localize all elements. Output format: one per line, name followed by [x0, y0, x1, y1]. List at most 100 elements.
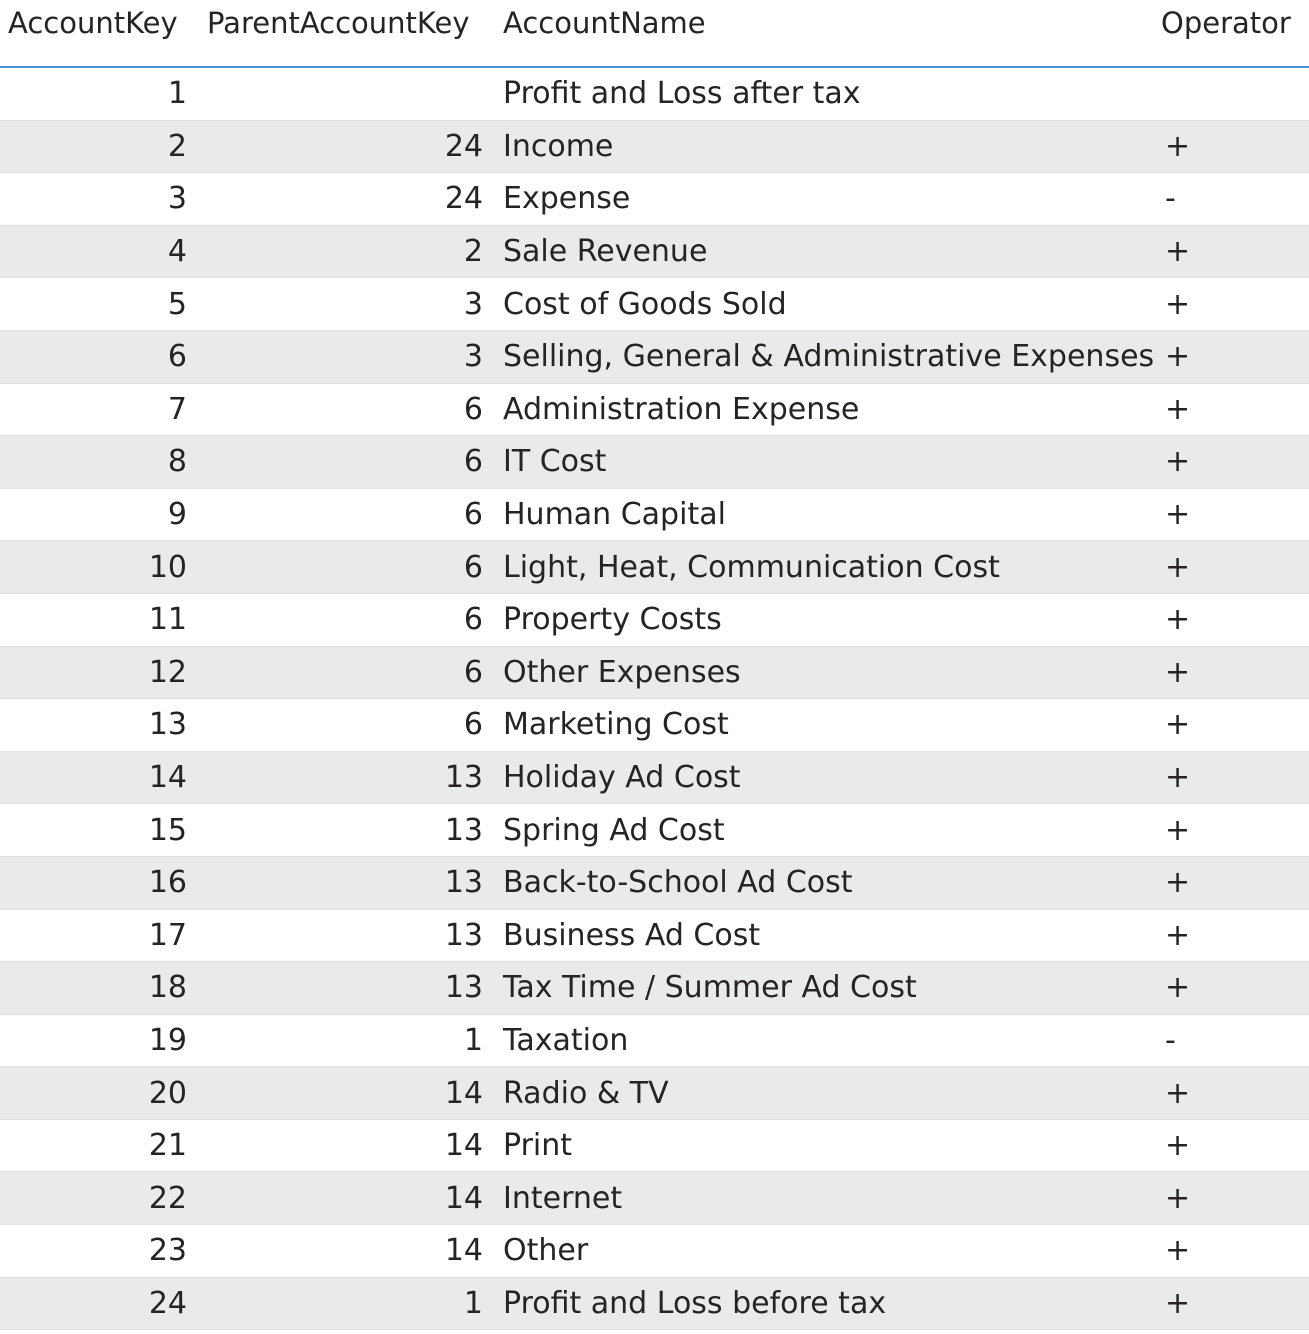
cell-account-key: 7: [167, 391, 187, 427]
cell-account-key: 9: [167, 497, 187, 533]
cell-operator: [1151, 68, 1309, 120]
cell-parent-account-key: 24: [444, 128, 483, 164]
cell-operator: +: [1165, 707, 1191, 743]
cell-account-name: Spring Ad Cost: [503, 812, 725, 848]
cell-parent-account-key: 13: [444, 865, 483, 901]
table-row[interactable]: 10 6 Light, Heat, Communication Cost +: [0, 541, 1309, 594]
table-row[interactable]: 16 13 Back-to-School Ad Cost +: [0, 856, 1309, 910]
cell-account-key: 6: [167, 339, 187, 375]
cell-parent-account-key: 13: [444, 970, 483, 1006]
cell-parent-account-key: 2: [463, 234, 483, 270]
cell-operator: +: [1165, 128, 1191, 164]
cell-operator: +: [1165, 1285, 1191, 1321]
table-row[interactable]: 22 14 Internet +: [0, 1172, 1309, 1226]
cell-parent-account-key: 1: [463, 1285, 483, 1321]
cell-operator: +: [1165, 812, 1191, 848]
table-row[interactable]: 19 1 Taxation -: [0, 1014, 1309, 1068]
cell-parent-account-key: 14: [444, 1128, 483, 1164]
cell-account-key: 20: [148, 1075, 187, 1111]
cell-account-name: Income: [503, 128, 614, 164]
cell-account-key: 16: [148, 865, 187, 901]
cell-parent-account-key: 3: [463, 286, 483, 322]
cell-operator: +: [1165, 1075, 1191, 1111]
cell-account-name: Back-to-School Ad Cost: [503, 865, 853, 901]
cell-account-key: 18: [148, 970, 187, 1006]
cell-account-name: Cost of Goods Sold: [503, 286, 787, 322]
table-row[interactable]: 2 24 Income +: [0, 120, 1309, 174]
table-row[interactable]: 11 6 Property Costs +: [0, 593, 1309, 647]
table-row[interactable]: 5 3 Cost of Goods Sold +: [0, 278, 1309, 331]
table-row[interactable]: 23 14 Other +: [0, 1225, 1309, 1278]
cell-parent-account-key: 3: [463, 339, 483, 375]
cell-parent-account-key: 14: [444, 1180, 483, 1216]
cell-parent-account-key: 13: [444, 812, 483, 848]
cell-parent-account-key: 6: [463, 707, 483, 743]
cell-account-key: 12: [148, 654, 187, 690]
cell-account-name: Selling, General & Administrative Expens…: [503, 339, 1155, 375]
cell-parent-account-key: 13: [444, 917, 483, 953]
cell-account-key: 24: [148, 1285, 187, 1321]
cell-account-name: Administration Expense: [503, 391, 860, 427]
table-row[interactable]: 8 6 IT Cost +: [0, 436, 1309, 489]
table-row[interactable]: 24 1 Profit and Loss before tax +: [0, 1277, 1309, 1331]
table-row[interactable]: 21 14 Print +: [0, 1119, 1309, 1173]
cell-account-key: 23: [148, 1233, 187, 1269]
column-header-operator[interactable]: Operator: [1151, 0, 1309, 46]
cell-operator: +: [1165, 444, 1191, 480]
cell-parent-account-key: 1: [463, 1022, 483, 1058]
table-row[interactable]: 12 6 Other Expenses +: [0, 646, 1309, 700]
table-row[interactable]: 13 6 Marketing Cost +: [0, 699, 1309, 752]
table-row[interactable]: 17 13 Business Ad Cost +: [0, 909, 1309, 963]
cell-operator: +: [1165, 1180, 1191, 1216]
cell-account-key: 4: [167, 234, 187, 270]
cell-parent-account-key: 6: [463, 497, 483, 533]
cell-account-name: Property Costs: [503, 602, 722, 638]
cell-account-key: 19: [148, 1022, 187, 1058]
cell-account-key: 11: [148, 602, 187, 638]
table-row[interactable]: 14 13 Holiday Ad Cost +: [0, 751, 1309, 805]
table-row[interactable]: 3 24 Expense -: [0, 173, 1309, 226]
cell-parent-account-key: 6: [463, 602, 483, 638]
cell-account-name: Sale Revenue: [503, 234, 708, 270]
table-row[interactable]: 1 Profit and Loss after tax: [0, 68, 1309, 121]
cell-account-name: Light, Heat, Communication Cost: [503, 549, 1000, 585]
cell-operator: +: [1165, 654, 1191, 690]
cell-parent-account-key: 6: [463, 549, 483, 585]
cell-account-key: 13: [148, 707, 187, 743]
column-header-account-key[interactable]: AccountKey: [0, 0, 195, 46]
table-row[interactable]: 6 3 Selling, General & Administrative Expe…: [0, 330, 1309, 384]
cell-operator: +: [1165, 602, 1191, 638]
cell-parent-account-key: [195, 68, 491, 120]
cell-operator: +: [1165, 234, 1191, 270]
table-row[interactable]: 15 13 Spring Ad Cost +: [0, 804, 1309, 857]
cell-operator: +: [1165, 1233, 1191, 1269]
table-body: 1 Profit and Loss after tax 2 24 Income +3 24 E…: [0, 68, 1309, 1331]
table-row[interactable]: 20 14 Radio & TV +: [0, 1067, 1309, 1120]
cell-account-key: 17: [148, 917, 187, 953]
cell-account-name: Taxation: [503, 1022, 629, 1058]
cell-account-key: 10: [148, 549, 187, 585]
cell-account-name: Marketing Cost: [503, 707, 729, 743]
table-row[interactable]: 9 6 Human Capital +: [0, 488, 1309, 542]
table-header: AccountKey ParentAccountKey AccountName …: [0, 0, 1309, 68]
cell-account-key: 8: [167, 444, 187, 480]
column-header-account-name[interactable]: AccountName: [491, 0, 1151, 46]
cell-parent-account-key: 6: [463, 444, 483, 480]
cell-account-name: Print: [503, 1128, 573, 1164]
cell-account-name: Business Ad Cost: [503, 917, 761, 953]
cell-account-name: Expense: [503, 181, 631, 217]
cell-operator: +: [1165, 1128, 1191, 1164]
table-row[interactable]: 7 6 Administration Expense +: [0, 383, 1309, 437]
cell-operator: +: [1165, 970, 1191, 1006]
cell-parent-account-key: 14: [444, 1233, 483, 1269]
cell-account-key: 21: [148, 1128, 187, 1164]
cell-account-name: Tax Time / Summer Ad Cost: [503, 970, 917, 1006]
cell-parent-account-key: 13: [444, 760, 483, 796]
cell-account-key: 22: [148, 1180, 187, 1216]
column-header-parent-account-key[interactable]: ParentAccountKey: [195, 0, 491, 46]
cell-account-name: IT Cost: [503, 444, 607, 480]
table-row[interactable]: 4 2 Sale Revenue +: [0, 225, 1309, 279]
cell-account-key: 2: [167, 128, 187, 164]
cell-operator: +: [1165, 339, 1191, 375]
table-row[interactable]: 18 13 Tax Time / Summer Ad Cost +: [0, 962, 1309, 1015]
